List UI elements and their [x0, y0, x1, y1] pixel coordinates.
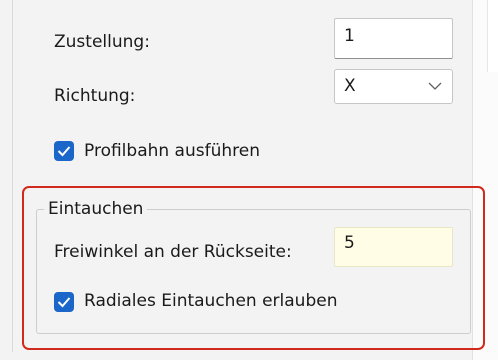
radiales-eintauchen-label: Radiales Eintauchen erlauben: [84, 291, 338, 311]
freiwinkel-input[interactable]: 5: [334, 227, 453, 267]
richtung-select-value: X: [344, 76, 356, 96]
freiwinkel-label: Freiwinkel an der Rückseite:: [54, 242, 292, 262]
panel-border: [12, 0, 13, 352]
profilbahn-checkbox[interactable]: [54, 141, 74, 161]
profilbahn-label: Profilbahn ausführen: [84, 141, 260, 161]
checkmark-icon: [57, 297, 71, 308]
richtung-label: Richtung:: [54, 86, 136, 106]
radiales-eintauchen-checkbox[interactable]: [54, 292, 74, 312]
settings-panel: Zustellung: 1 Richtung: X Profilbahn aus…: [0, 0, 498, 360]
eintauchen-group-title: Eintauchen: [44, 199, 148, 219]
zustellung-label: Zustellung:: [54, 32, 150, 52]
richtung-select[interactable]: X: [334, 69, 453, 104]
zustellung-input[interactable]: 1: [334, 18, 453, 59]
chevron-down-icon: [428, 82, 442, 90]
side-panel-edge: [487, 0, 498, 72]
checkmark-icon: [57, 146, 71, 157]
